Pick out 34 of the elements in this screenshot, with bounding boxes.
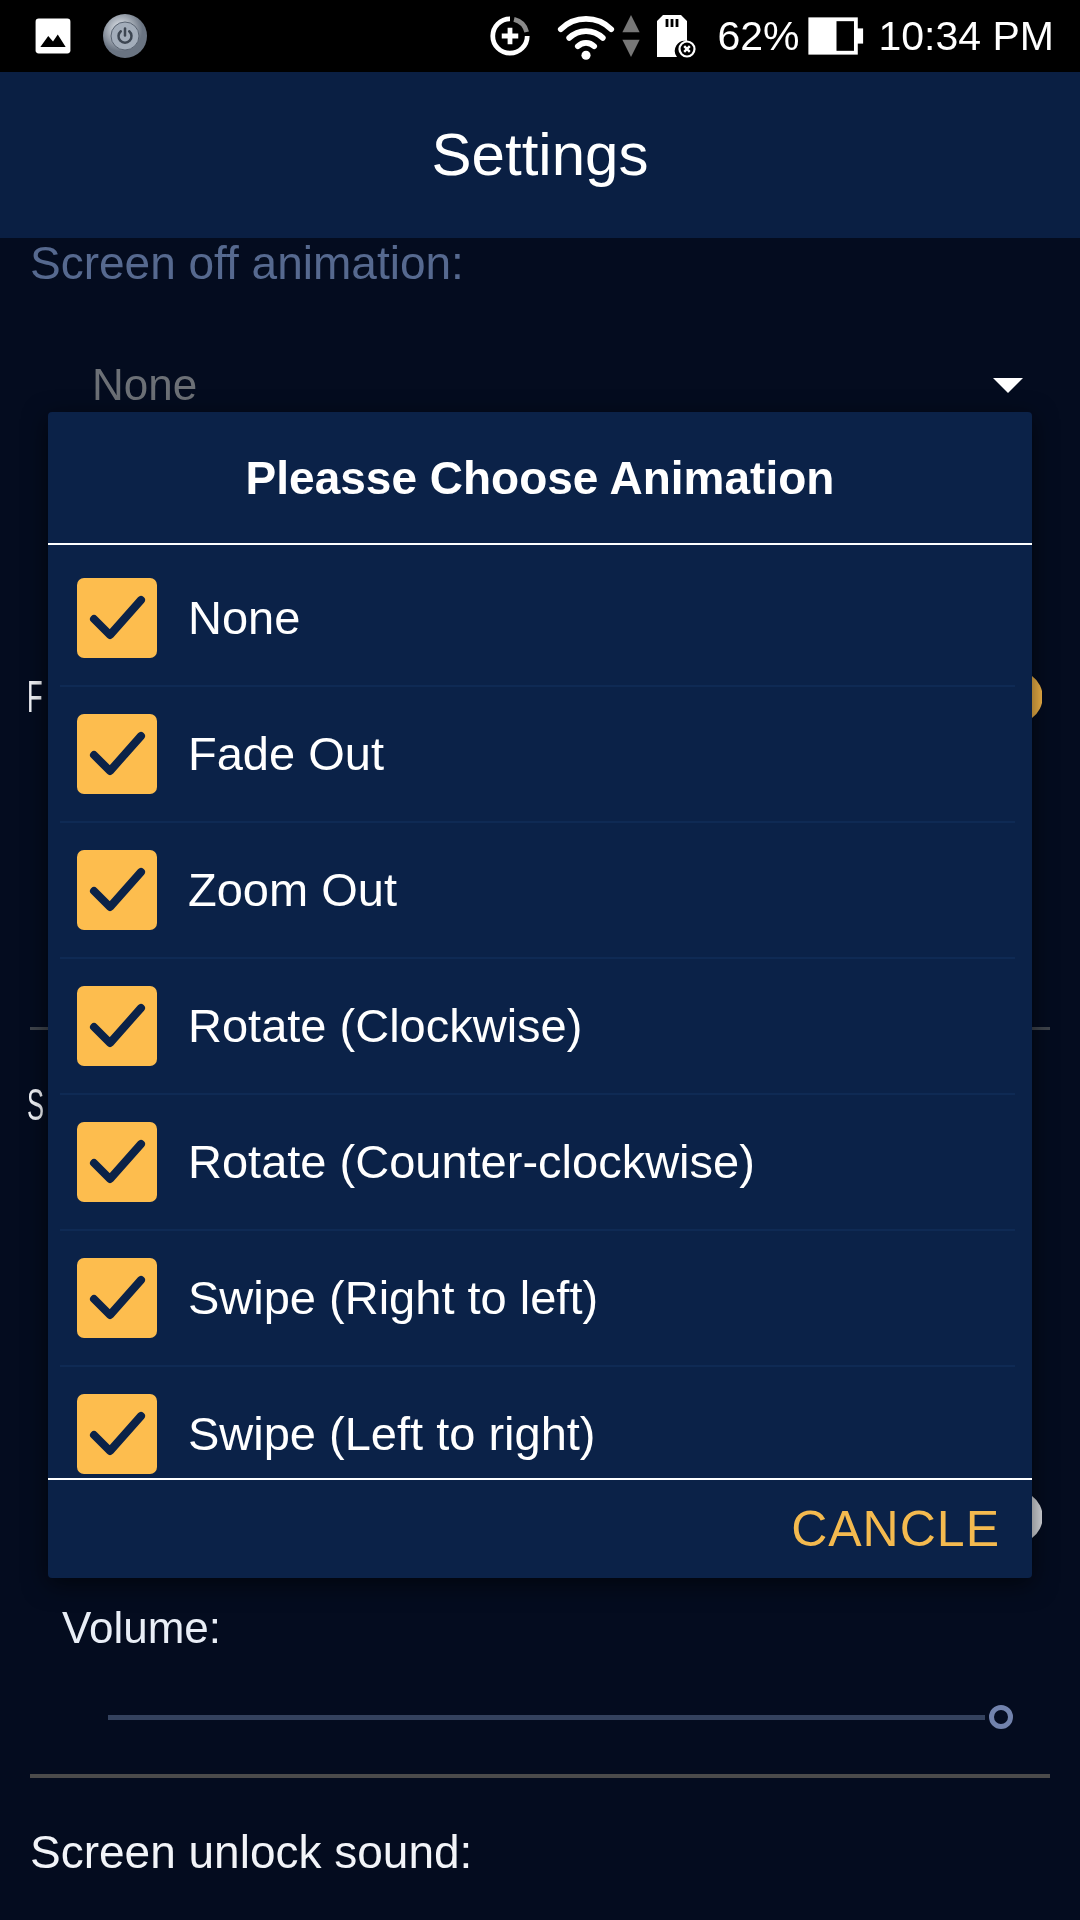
setting-label: F [27,672,43,722]
switch-thumb[interactable] [1032,1496,1042,1538]
section-label: S [27,1080,45,1130]
cancel-button[interactable]: CANCLE [783,1495,1008,1563]
option-label: Rotate (Counter-clockwise) [188,1134,755,1190]
dropdown-arrow-icon[interactable] [993,377,1023,393]
data-arrows-icon [621,13,642,59]
checkbox[interactable] [77,1258,157,1338]
circle-plus-icon [488,14,533,58]
checkbox[interactable] [77,714,157,794]
checkbox[interactable] [77,850,157,930]
checkbox[interactable] [77,1394,157,1474]
battery-percent: 62% [717,13,800,59]
power-icon [102,13,148,59]
checkbox[interactable] [77,578,157,658]
setting-label: Screen unlock sound: [30,1825,473,1880]
app-title: Settings [431,120,649,190]
clock-time: 10:34 PM [878,13,1054,59]
image-icon [34,17,72,55]
checkbox[interactable] [77,986,157,1066]
option-label: Rotate (Clockwise) [188,998,583,1054]
option-label: Fade Out [188,726,384,782]
slider-thumb[interactable] [989,1705,1013,1729]
switch-thumb[interactable] [1032,676,1042,718]
checkbox[interactable] [77,1122,157,1202]
option-label: Zoom Out [188,862,397,918]
option-label: None [188,590,301,646]
dropdown-value[interactable]: None [92,360,198,410]
dialog-title: Pleasse Choose Animation [245,450,835,506]
volume-label: Volume: [62,1603,221,1653]
option-label: Swipe (Left to right) [188,1406,596,1462]
battery-icon [807,17,865,55]
option-label: Swipe (Right to left) [188,1270,599,1326]
setting-label: Screen off animation: [30,237,464,289]
